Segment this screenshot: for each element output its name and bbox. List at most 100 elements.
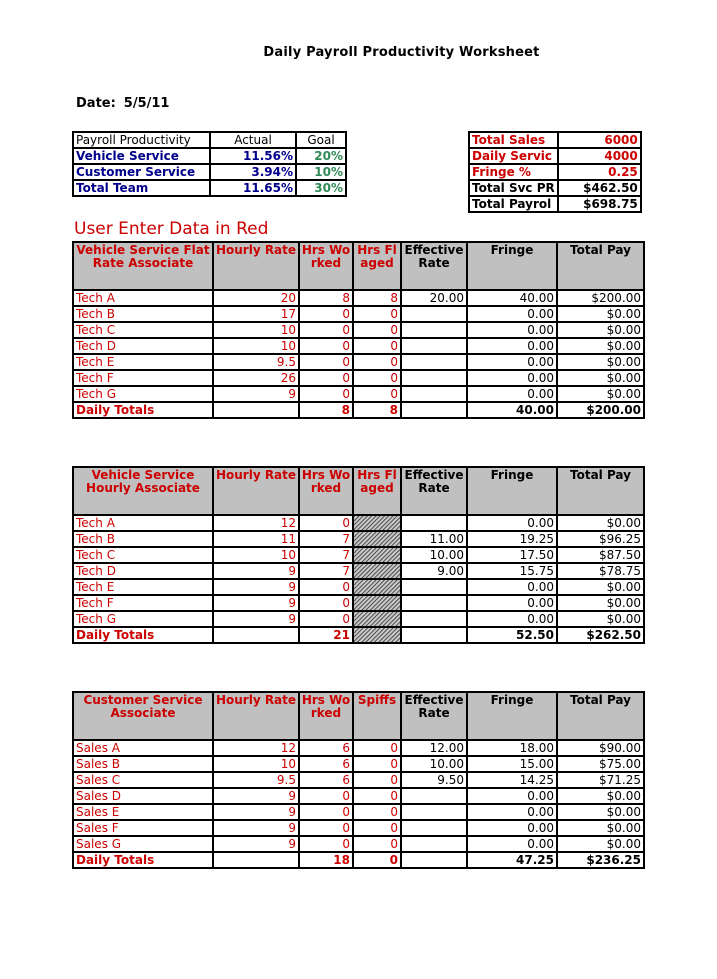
hrs-worked-input[interactable]: 0 [298,321,354,339]
hrs-flagged-input[interactable]: 0 [352,337,402,355]
totals-pay: $200.00 [556,401,645,419]
hrs-worked-header: Hrs Worked [298,466,354,516]
hourly-rate-input[interactable]: 12 [212,514,300,532]
hrs-flagged-input[interactable]: 0 [352,385,402,403]
hrs-worked-input[interactable]: 7 [298,562,354,580]
hrs-worked-header: Hrs Worked [298,691,354,741]
hourly-rate-input[interactable]: 12 [212,739,300,757]
associate-name-input[interactable]: Tech G [72,610,214,628]
hourly-rate-header: Hourly Rate [212,466,300,516]
associate-name-input[interactable]: Tech D [72,337,214,355]
fringe-cell: 0.00 [466,305,558,323]
spiffs-input[interactable]: 0 [352,803,402,821]
hourly-rate-input[interactable]: 10 [212,546,300,564]
hourly-rate-input[interactable]: 17 [212,305,300,323]
associate-name-input[interactable]: Tech F [72,594,214,612]
hrs-worked-input[interactable]: 6 [298,739,354,757]
spiffs-input[interactable]: 0 [352,819,402,837]
hourly-table: Vehicle Service Hourly Associate Hourly … [72,466,645,644]
hrs-worked-input[interactable]: 0 [298,594,354,612]
hrs-flagged-input[interactable]: 0 [352,321,402,339]
total-pay-cell: $0.00 [556,514,645,532]
hrs-worked-input[interactable]: 7 [298,546,354,564]
associate-name-input[interactable]: Tech D [72,562,214,580]
spiffs-input[interactable]: 0 [352,835,402,853]
hourly-rate-input[interactable]: 9 [212,819,300,837]
hourly-rate-input[interactable]: 9 [212,835,300,853]
hrs-flagged-input[interactable]: 0 [352,369,402,387]
associate-name-input[interactable]: Tech A [72,514,214,532]
totals-worked: 21 [298,626,354,644]
associate-name-input[interactable]: Tech E [72,578,214,596]
associate-name-input[interactable]: Tech G [72,385,214,403]
spiffs-input[interactable]: 0 [352,771,402,789]
hrs-worked-input[interactable]: 6 [298,771,354,789]
spiffs-input[interactable]: 0 [352,739,402,757]
total-sales-input[interactable]: 6000 [556,131,642,149]
hourly-rate-input[interactable]: 9 [212,385,300,403]
associate-name-input[interactable]: Tech B [72,530,214,548]
associate-name-input[interactable]: Tech B [72,305,214,323]
hrs-worked-input[interactable]: 0 [298,835,354,853]
hourly-rate-input[interactable]: 9 [212,594,300,612]
hrs-worked-input[interactable]: 0 [298,803,354,821]
hrs-worked-input[interactable]: 0 [298,305,354,323]
total-pay-cell: $0.00 [556,835,645,853]
hrs-worked-input[interactable]: 7 [298,530,354,548]
disabled-cell [352,514,402,532]
fringe-pct-input[interactable]: 0.25 [556,163,642,181]
totals-label: Daily Totals [72,851,214,869]
associate-name-input[interactable]: Tech E [72,353,214,371]
hrs-worked-input[interactable]: 6 [298,755,354,773]
fringe-header: Fringe [466,466,558,516]
associate-name-input[interactable]: Tech C [72,546,214,564]
associate-name-input[interactable]: Sales B [72,755,214,773]
hrs-worked-input[interactable]: 0 [298,353,354,371]
hrs-worked-input[interactable]: 0 [298,514,354,532]
associate-name-input[interactable]: Tech C [72,321,214,339]
hrs-flagged-input[interactable]: 0 [352,353,402,371]
total-payroll-value: $698.75 [556,195,642,213]
effective-rate-cell: 20.00 [400,289,468,307]
hourly-rate-input[interactable]: 26 [212,369,300,387]
associate-name-input[interactable]: Sales A [72,739,214,757]
effective-rate-cell: 10.00 [400,755,468,773]
spiffs-input[interactable]: 0 [352,755,402,773]
hourly-rate-input[interactable]: 9 [212,562,300,580]
hourly-rate-input[interactable]: 10 [212,321,300,339]
associate-name-input[interactable]: Tech A [72,289,214,307]
hrs-worked-input[interactable]: 0 [298,610,354,628]
productivity-label: Customer Service [72,163,211,181]
spiffs-input[interactable]: 0 [352,787,402,805]
associate-name-input[interactable]: Tech F [72,369,214,387]
associate-name-input[interactable]: Sales G [72,835,214,853]
hrs-flagged-input[interactable]: 8 [352,289,402,307]
hourly-rate-input[interactable]: 9.5 [212,771,300,789]
hourly-rate-input[interactable]: 9 [212,610,300,628]
associate-name-input[interactable]: Sales C [72,771,214,789]
hrs-worked-input[interactable]: 0 [298,787,354,805]
associate-name-input[interactable]: Sales F [72,819,214,837]
hrs-worked-input[interactable]: 0 [298,578,354,596]
hrs-worked-input[interactable]: 0 [298,385,354,403]
associate-name-input[interactable]: Sales E [72,803,214,821]
associate-name-input[interactable]: Sales D [72,787,214,805]
hrs-flagged-input[interactable]: 0 [352,305,402,323]
hourly-rate-input[interactable]: 10 [212,755,300,773]
hourly-rate-input[interactable]: 9 [212,578,300,596]
daily-service-input[interactable]: 4000 [556,147,642,165]
hrs-worked-input[interactable]: 0 [298,369,354,387]
hourly-rate-input[interactable]: 9 [212,787,300,805]
hourly-rate-input[interactable]: 9 [212,803,300,821]
table-row: Tech A 12 0 0.00 $0.00 [72,514,645,532]
table-row: Tech G 9 0 0 0.00 $0.00 [72,385,645,403]
hrs-worked-input[interactable]: 0 [298,337,354,355]
fringe-cell: 0.00 [466,337,558,355]
hourly-rate-input[interactable]: 11 [212,530,300,548]
hourly-rate-input[interactable]: 20 [212,289,300,307]
hourly-rate-input[interactable]: 10 [212,337,300,355]
hrs-worked-input[interactable]: 8 [298,289,354,307]
table-header-row: Vehicle Service Flat Rate Associate Hour… [72,241,645,291]
hrs-worked-input[interactable]: 0 [298,819,354,837]
hourly-rate-input[interactable]: 9.5 [212,353,300,371]
